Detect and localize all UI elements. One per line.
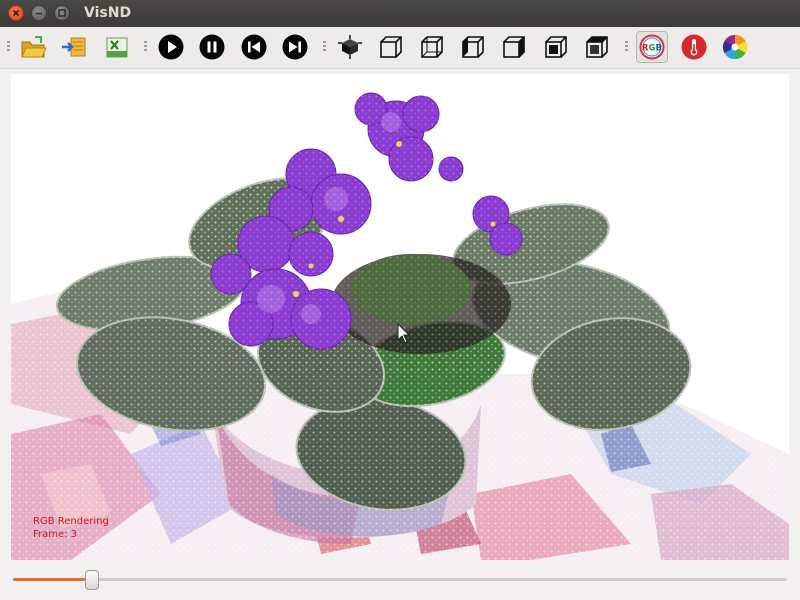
pause-button[interactable]	[196, 31, 228, 63]
import-button[interactable]	[58, 31, 90, 63]
skip-previous-icon	[241, 34, 267, 60]
open-button[interactable]	[17, 31, 49, 63]
slider-track[interactable]	[13, 578, 787, 581]
view-top-button[interactable]	[540, 31, 572, 63]
title-bar: VisND	[0, 0, 800, 27]
play-icon	[158, 34, 184, 60]
frame-slider[interactable]	[13, 570, 787, 590]
slider-thumb[interactable]	[85, 570, 99, 590]
pause-icon	[199, 34, 225, 60]
svg-text:RGB: RGB	[642, 44, 662, 54]
color-wheel-icon	[722, 34, 748, 59]
export-excel-icon	[106, 37, 128, 58]
previous-frame-button[interactable]	[238, 31, 270, 63]
toolbar-grip[interactable]	[144, 41, 147, 53]
skip-next-icon	[282, 34, 308, 60]
minimize-window-button[interactable]	[31, 5, 47, 21]
rgb-mode-button[interactable]: RGB	[636, 31, 668, 63]
view-back-button[interactable]	[416, 31, 448, 63]
view-bottom-button[interactable]	[581, 31, 613, 63]
view-cube-icon	[380, 36, 402, 58]
rendering-mode-label: RGB Rendering	[33, 516, 109, 527]
play-button[interactable]	[155, 31, 187, 63]
view-left-button[interactable]	[457, 31, 489, 63]
open-folder-icon	[21, 36, 47, 58]
import-icon	[62, 37, 86, 57]
point-cloud-render	[11, 74, 789, 560]
thermal-mode-button[interactable]	[678, 31, 710, 63]
window-title: VisND	[84, 5, 132, 21]
view-cube-icon	[545, 36, 567, 58]
close-window-button[interactable]	[8, 5, 24, 21]
maximize-window-button[interactable]	[54, 5, 70, 21]
toolbar-grip[interactable]	[323, 41, 326, 53]
toolbar: RGB	[0, 27, 800, 69]
export-button[interactable]	[100, 31, 132, 63]
point-cloud-viewport[interactable]: RGB Rendering Frame: 3	[11, 74, 789, 560]
view-cube-icon	[586, 36, 608, 58]
view-right-button[interactable]	[498, 31, 530, 63]
toolbar-grip[interactable]	[625, 41, 628, 53]
rgb-icon: RGB	[639, 34, 665, 60]
close-icon	[12, 9, 20, 17]
thermometer-icon	[681, 34, 707, 60]
view-cube-icon	[462, 36, 484, 58]
toolbar-grip[interactable]	[7, 41, 10, 53]
axes-icon	[338, 35, 362, 59]
next-frame-button[interactable]	[279, 31, 311, 63]
view-cube-icon	[503, 36, 525, 58]
maximize-icon	[58, 9, 66, 17]
frame-counter-label: Frame: 3	[33, 529, 78, 540]
view-front-button[interactable]	[375, 31, 407, 63]
colormap-button[interactable]	[719, 31, 751, 63]
minimize-icon	[36, 12, 42, 15]
axes-button[interactable]	[334, 31, 366, 63]
slider-fill	[13, 578, 92, 581]
view-cube-icon	[421, 36, 443, 58]
